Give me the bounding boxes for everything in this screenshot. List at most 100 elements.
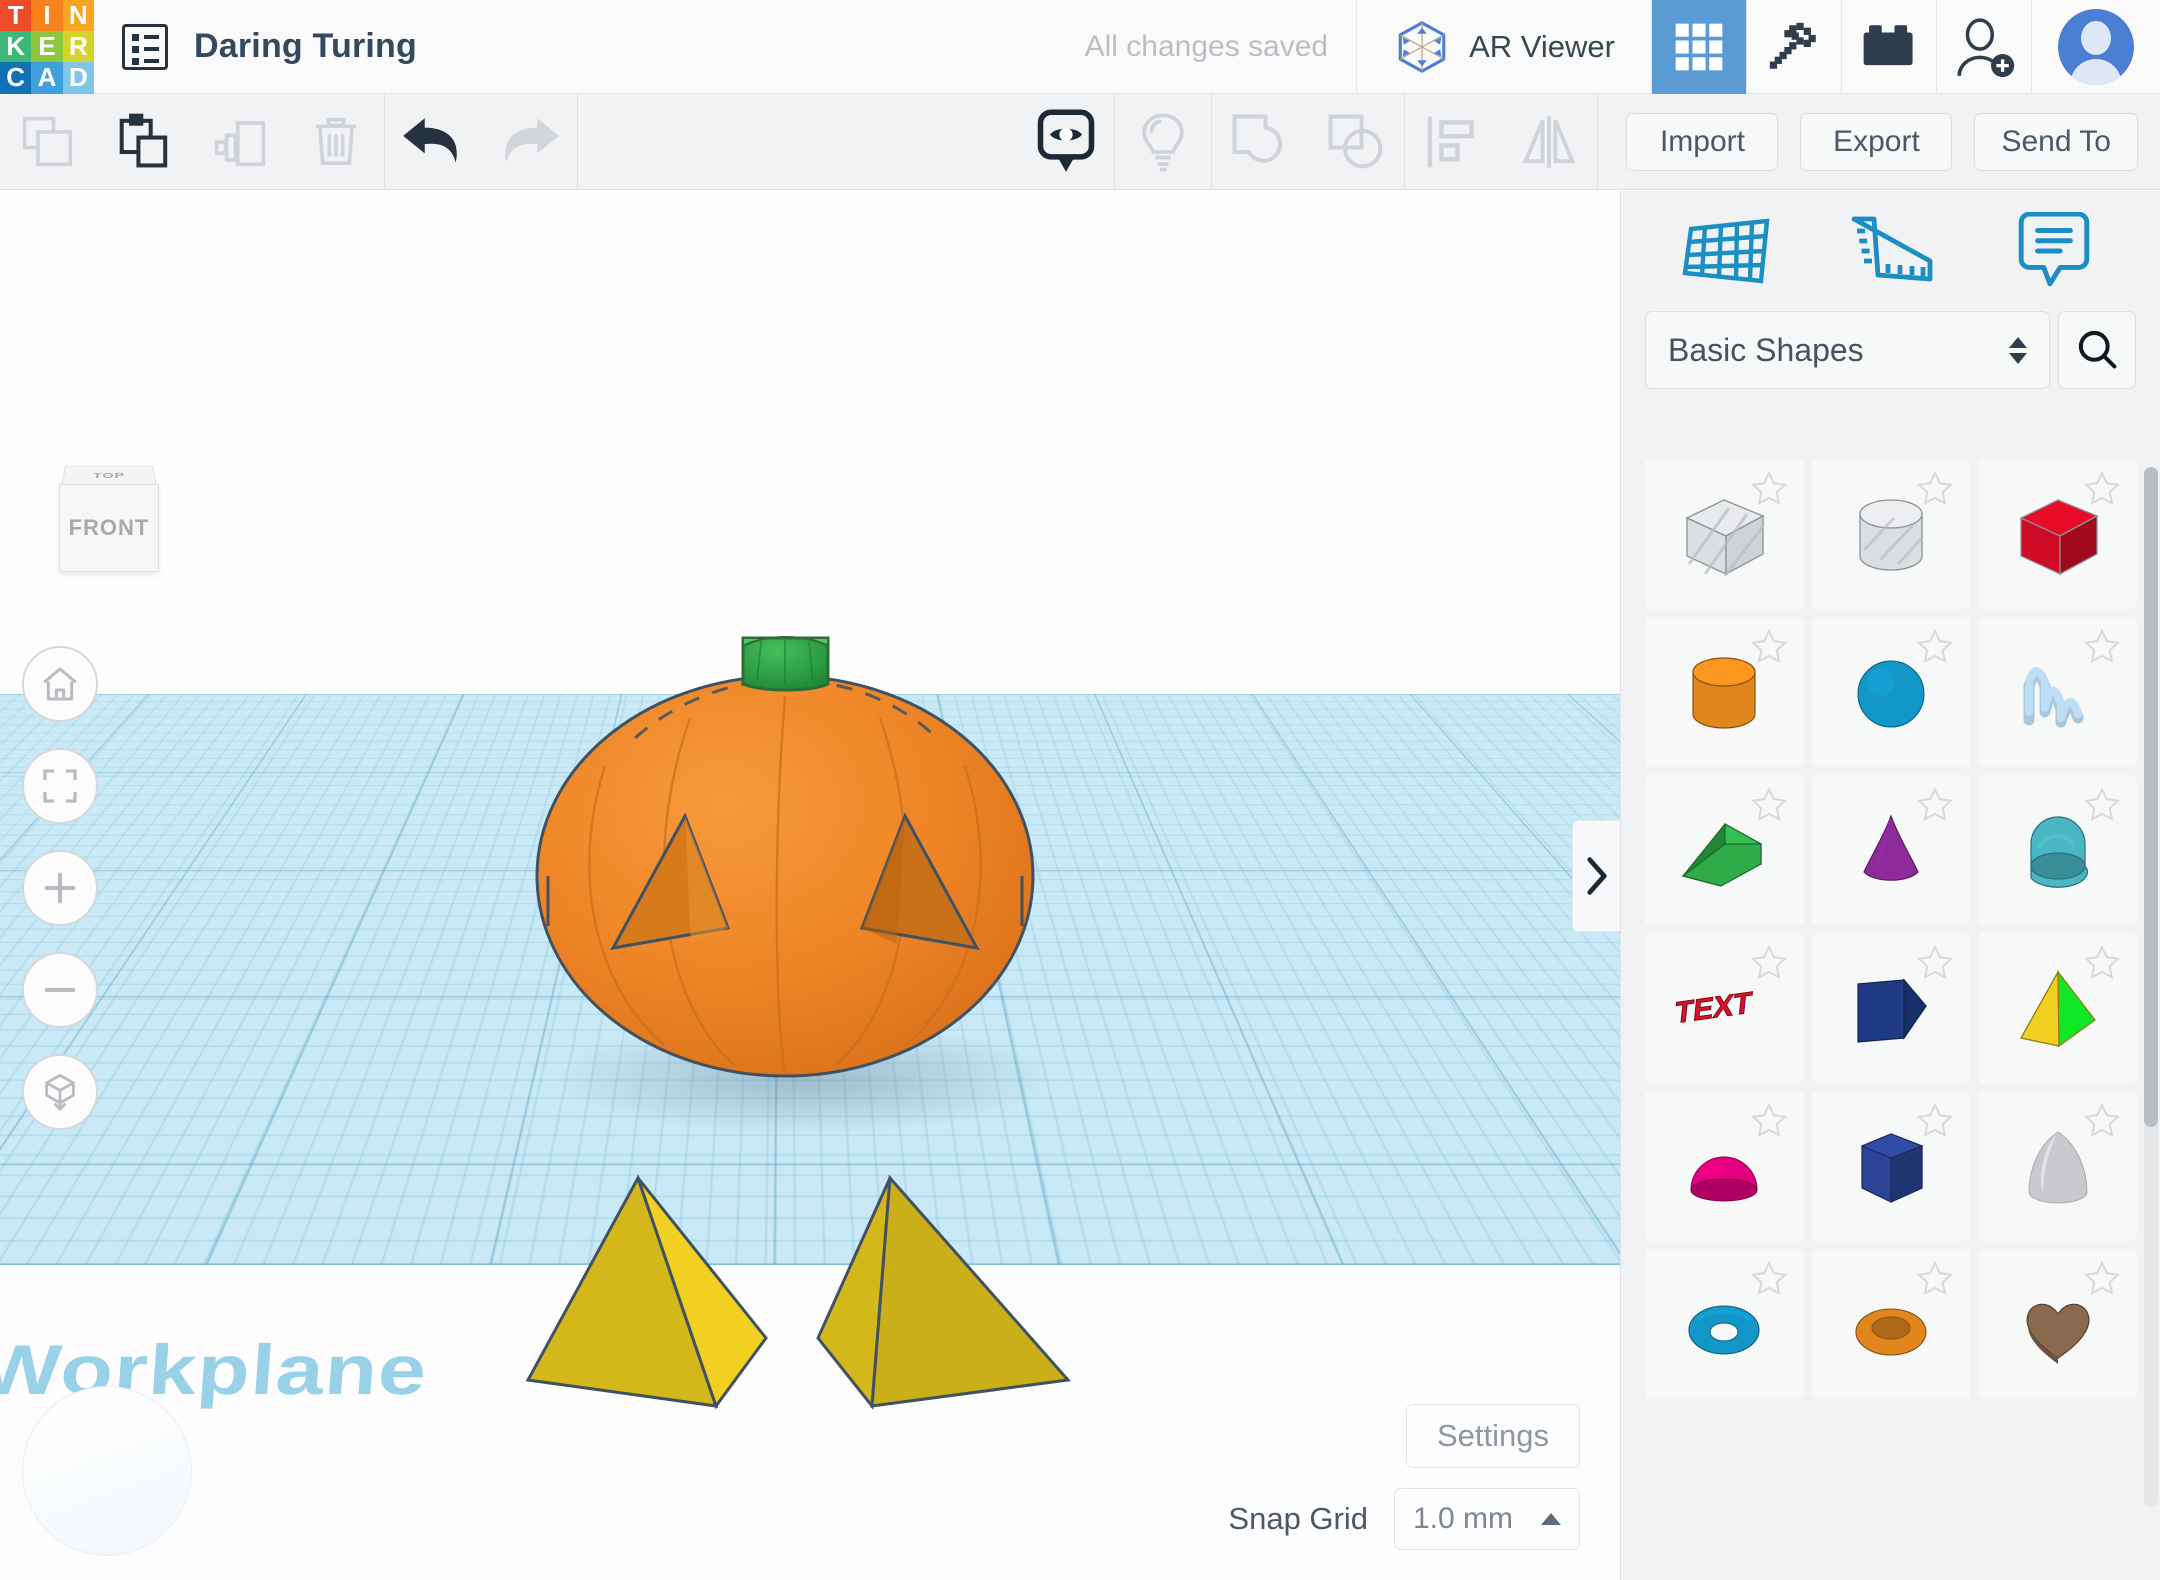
shape-item-cone[interactable]: [1811, 775, 1971, 925]
user-avatar-button[interactable]: [2032, 0, 2160, 94]
copy-button[interactable]: [0, 94, 96, 190]
snap-grid-select[interactable]: 1.0 mm: [1394, 1488, 1580, 1550]
ruler-tab[interactable]: [1835, 205, 1945, 297]
favorite-star-icon[interactable]: [1914, 627, 1956, 667]
favorite-star-icon[interactable]: [2081, 785, 2123, 825]
favorite-star-icon[interactable]: [2081, 469, 2123, 509]
favorite-star-icon[interactable]: [1914, 1101, 1956, 1141]
view-cube-top-face[interactable]: TOP: [61, 465, 157, 486]
add-user-icon: [1957, 17, 2015, 77]
favorite-star-icon[interactable]: [2081, 1101, 2123, 1141]
redo-button[interactable]: [481, 94, 577, 190]
shape-item-cylinder[interactable]: [1645, 617, 1804, 767]
shape-item-box[interactable]: [1978, 459, 2137, 609]
blocks-grid-icon: [1675, 23, 1723, 70]
light-bulb-icon: [1142, 113, 1185, 172]
shape-item-wedge[interactable]: [1645, 775, 1804, 925]
workplane-tab[interactable]: [1672, 205, 1782, 297]
svg-text:TEXT: TEXT: [1674, 985, 1755, 1030]
shape-item-hole-cylinder[interactable]: [1811, 459, 1971, 609]
delete-button[interactable]: [288, 94, 384, 190]
notes-tab[interactable]: [1999, 205, 2109, 297]
zoom-out-icon: [44, 988, 76, 992]
settings-button[interactable]: Settings: [1405, 1404, 1580, 1468]
shape-item-halftube[interactable]: [1978, 775, 2137, 925]
logo-tile-t: T: [0, 0, 32, 31]
search-button[interactable]: [2058, 311, 2136, 389]
pyramid-objects[interactable]: [520, 1166, 1080, 1426]
favorite-star-icon[interactable]: [1748, 1259, 1790, 1299]
panel-scrollbar-thumb[interactable]: [2144, 467, 2158, 1127]
view-controls: [22, 646, 98, 1130]
ungroup-button[interactable]: [1308, 94, 1404, 190]
favorite-star-icon[interactable]: [1914, 785, 1956, 825]
favorite-star-icon[interactable]: [1914, 469, 1956, 509]
paste-button[interactable]: [96, 94, 192, 190]
shape-item-halfsphere[interactable]: [1645, 1091, 1804, 1241]
shape-item-heart[interactable]: [1978, 1249, 2137, 1399]
shape-item-torus[interactable]: [1645, 1249, 1804, 1399]
logo-tile-c: C: [0, 62, 32, 94]
list-menu-icon[interactable]: [122, 23, 168, 70]
shape-item-sphere[interactable]: [1811, 617, 1971, 767]
lego-button[interactable]: [1842, 0, 1936, 94]
shape-item-hexprism[interactable]: [1811, 1091, 1971, 1241]
favorite-star-icon[interactable]: [1914, 943, 1956, 983]
show-hide-button[interactable]: [1018, 94, 1114, 190]
save-status: All changes saved: [1084, 29, 1329, 63]
pumpkin-object[interactable]: [485, 626, 1095, 1166]
favorite-star-icon[interactable]: [1914, 1259, 1956, 1299]
tinkercad-logo[interactable]: TINKERCAD: [0, 0, 94, 94]
view-cube[interactable]: TOP FRONT: [45, 446, 175, 576]
align-button[interactable]: [1405, 94, 1501, 190]
add-user-button[interactable]: [1937, 0, 2031, 94]
delete-icon: [315, 117, 357, 165]
fit-to-view-button[interactable]: [22, 748, 98, 824]
shape-item-hole-box[interactable]: [1645, 459, 1804, 609]
logo-tile-n: N: [62, 0, 94, 31]
settings-row: Settings: [1405, 1404, 1580, 1468]
blocks-grid-button[interactable]: [1652, 0, 1746, 94]
home-view-button[interactable]: [22, 646, 98, 722]
collapse-panel-button[interactable]: [1572, 820, 1620, 932]
export-button[interactable]: Export: [1800, 112, 1953, 171]
zoom-in-button[interactable]: [22, 850, 98, 926]
minecraft-button[interactable]: [1747, 0, 1841, 94]
light-button[interactable]: [1115, 94, 1211, 190]
shape-grid[interactable]: TEXT: [1645, 459, 2137, 1580]
undo-button[interactable]: [385, 94, 481, 190]
view-cube-front-face[interactable]: FRONT: [59, 484, 159, 572]
group-button[interactable]: [1212, 94, 1308, 190]
3d-canvas[interactable]: Workplane TOP FRONT Settings Snap Grid 1…: [0, 191, 1620, 1580]
favorite-star-icon[interactable]: [1748, 469, 1790, 509]
import-button[interactable]: Import: [1626, 112, 1779, 171]
page-title: Daring Turing: [194, 27, 417, 65]
favorite-star-icon[interactable]: [1748, 627, 1790, 667]
orthographic-toggle-button[interactable]: [22, 1054, 98, 1130]
favorite-star-icon[interactable]: [1748, 1101, 1790, 1141]
orientation-puck[interactable]: [22, 1386, 192, 1556]
shape-category-select[interactable]: Basic Shapes: [1645, 311, 2050, 389]
shape-category-value: Basic Shapes: [1668, 331, 1864, 368]
favorite-star-icon[interactable]: [2081, 627, 2123, 667]
shape-item-ring[interactable]: [1811, 1249, 1971, 1399]
shape-item-text[interactable]: TEXT: [1645, 933, 1804, 1083]
mirror-button[interactable]: [1501, 94, 1597, 190]
zoom-out-button[interactable]: [22, 952, 98, 1028]
view-cube-front-label: FRONT: [68, 515, 150, 540]
tinkercad-editor: TINKERCAD Daring Turing All changes save…: [0, 0, 2160, 1580]
shape-item-scribble[interactable]: [1978, 617, 2137, 767]
ar-viewer-button[interactable]: AR Viewer: [1357, 0, 1651, 94]
favorite-star-icon[interactable]: [1748, 785, 1790, 825]
favorite-star-icon[interactable]: [2081, 1259, 2123, 1299]
duplicate-button[interactable]: [192, 94, 288, 190]
panel-tabs: [1621, 191, 2160, 311]
workplane-grid-icon: [1682, 218, 1770, 284]
send-to-button[interactable]: Send To: [1974, 112, 2138, 171]
shape-item-paraboloid[interactable]: [1978, 1091, 2137, 1241]
orthographic-toggle-icon: [45, 1073, 75, 1111]
favorite-star-icon[interactable]: [2081, 943, 2123, 983]
favorite-star-icon[interactable]: [1748, 943, 1790, 983]
shape-item-polyslab[interactable]: [1811, 933, 1971, 1083]
shape-item-pyramid[interactable]: [1978, 933, 2137, 1083]
